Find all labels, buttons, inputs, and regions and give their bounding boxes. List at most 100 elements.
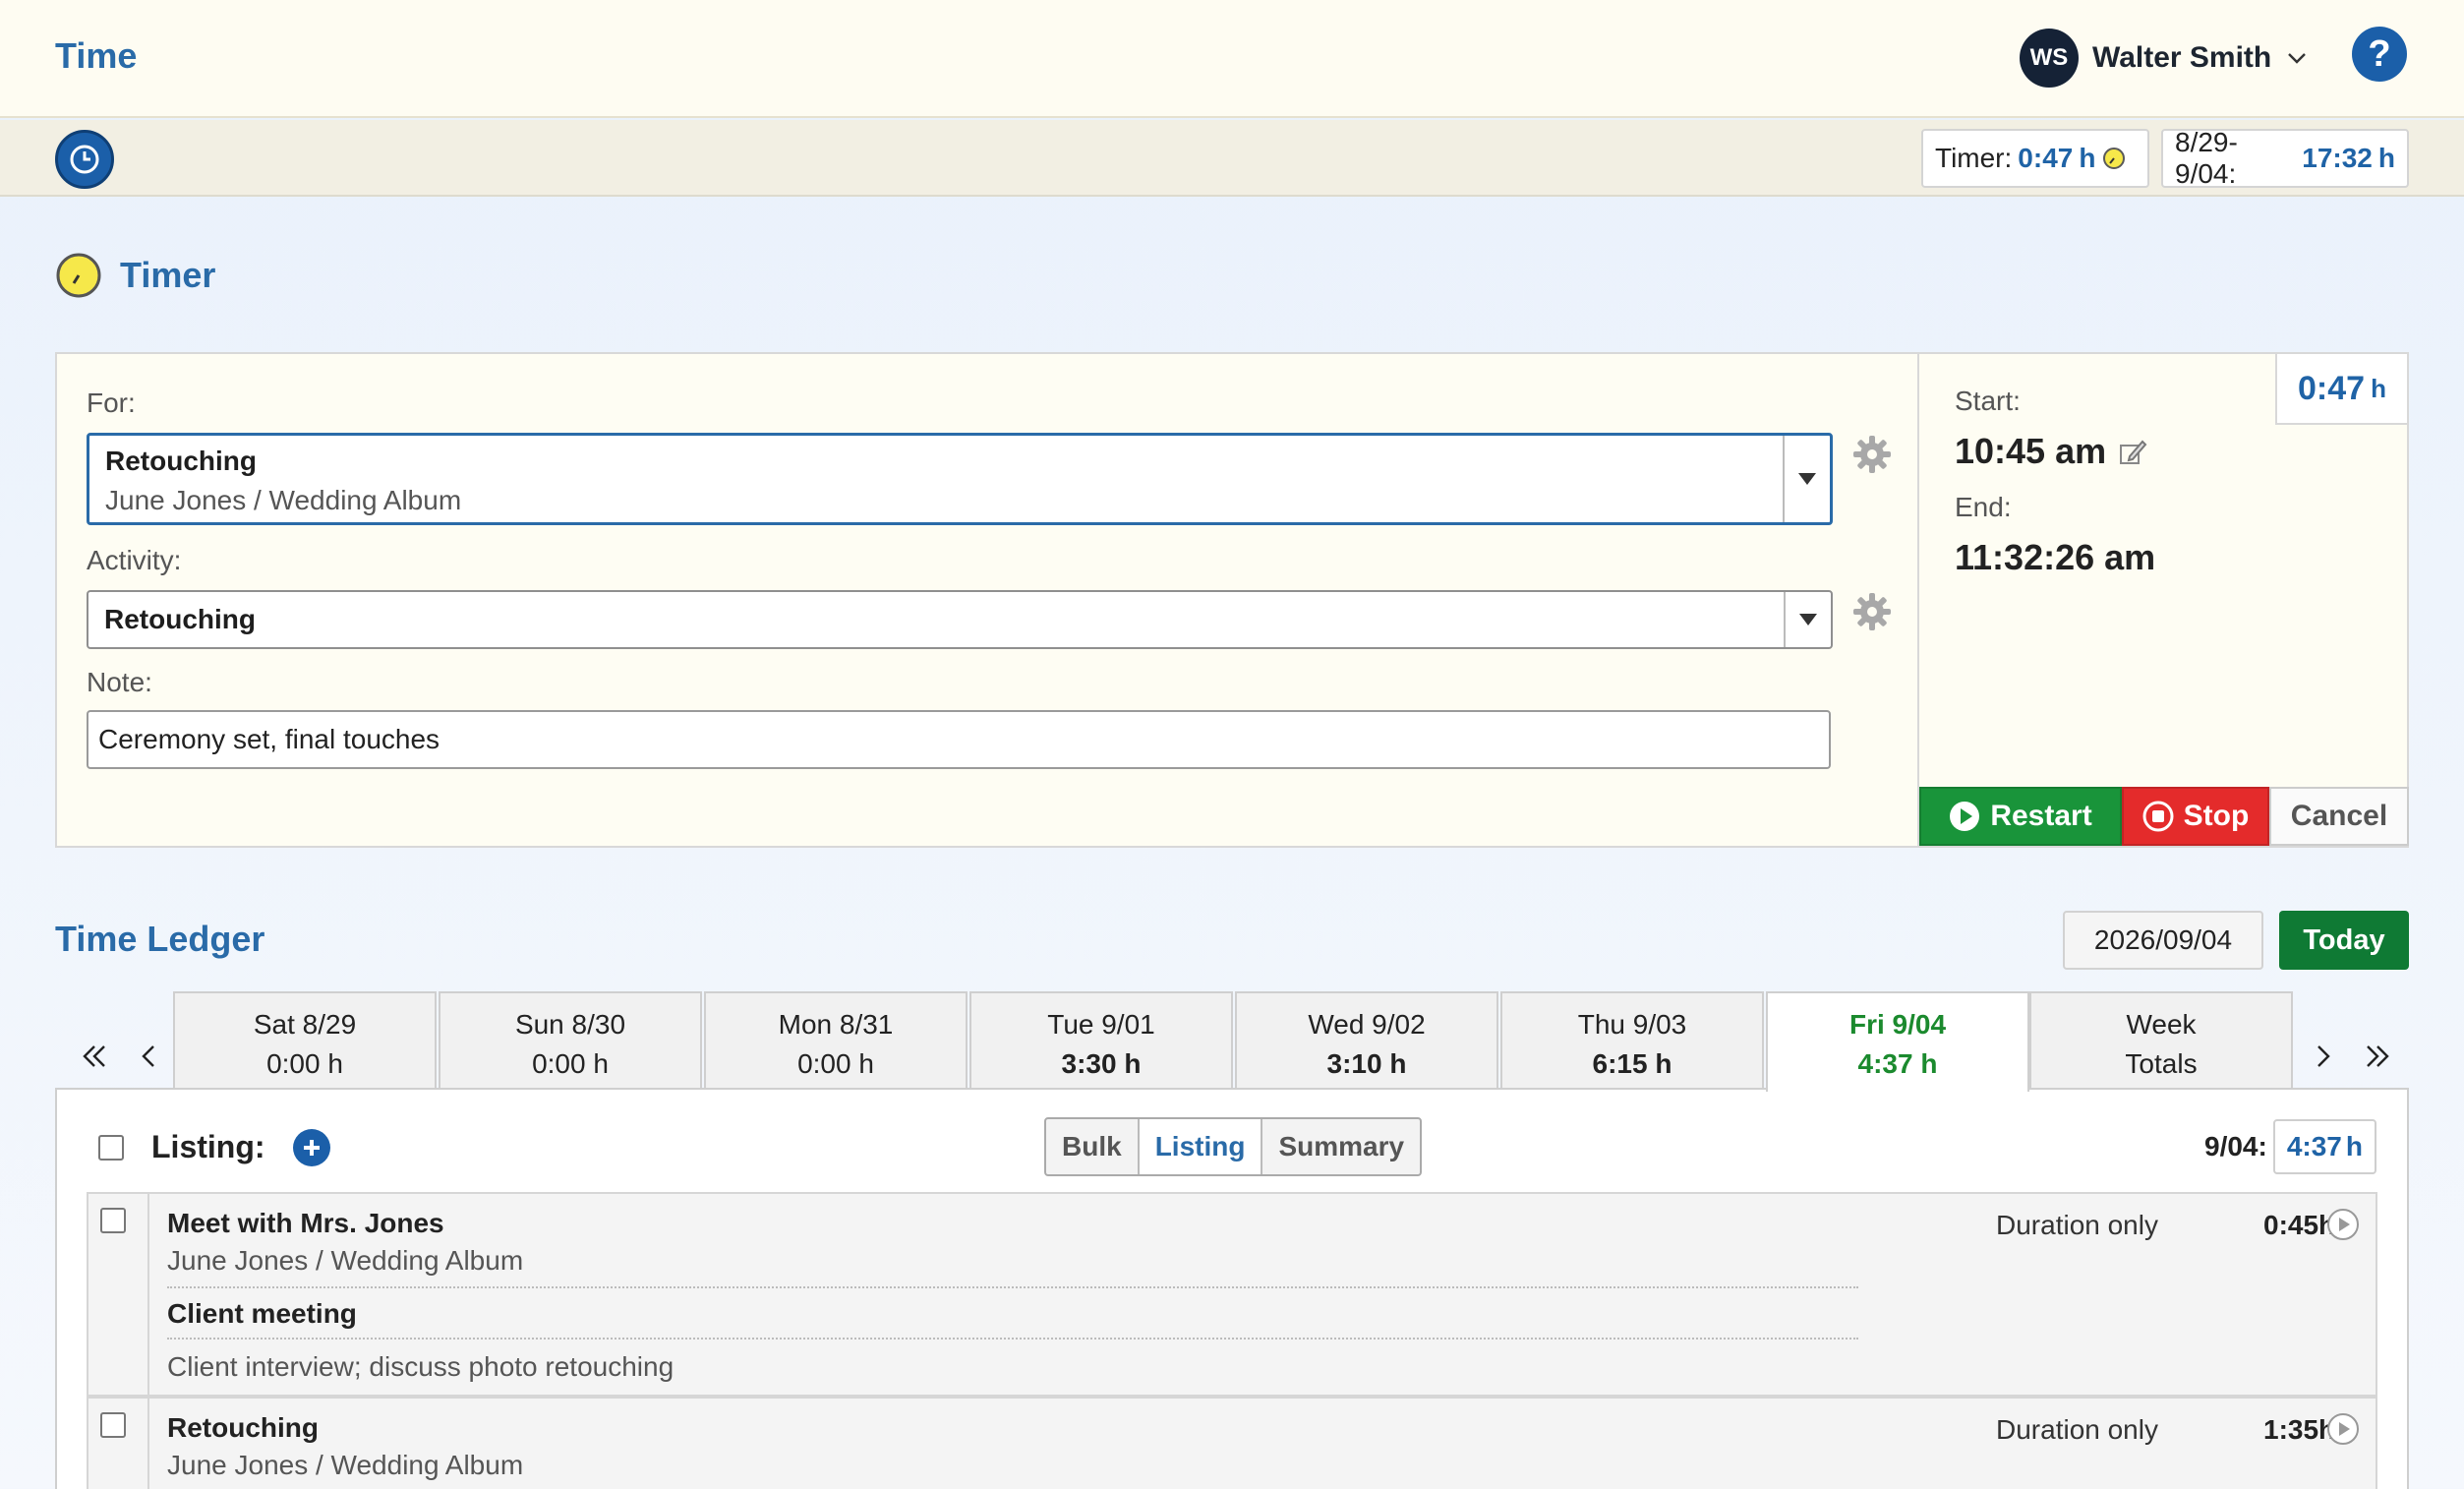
running-timer-indicator[interactable]: Timer: 0:47 h bbox=[1921, 129, 2149, 188]
day-total-value: 4:37 bbox=[2286, 1131, 2342, 1161]
week-pill-unit: h bbox=[2377, 143, 2395, 173]
view-switcher: Bulk Listing Summary bbox=[1044, 1117, 1423, 1176]
chevron-right-icon[interactable] bbox=[2303, 1037, 2342, 1076]
gear-icon[interactable] bbox=[1850, 590, 1894, 633]
toolbar: Timer: 0:47 h 8/29-9/04: 17:32 h bbox=[0, 120, 2464, 197]
day-label: Mon 8/31 bbox=[778, 1009, 894, 1040]
entry-mode: Duration only bbox=[1996, 1414, 2158, 1445]
ledger-title: Time Ledger bbox=[55, 919, 265, 959]
chevron-left-icon[interactable] bbox=[130, 1037, 169, 1076]
timer-pill-unit: h bbox=[2079, 143, 2096, 173]
entry-note: Client interview; discuss photo retouchi… bbox=[167, 1351, 675, 1382]
day-tab[interactable]: Tue 9/01 3:30 h bbox=[969, 991, 1233, 1088]
entry-divider bbox=[167, 1338, 1858, 1340]
activity-select[interactable]: Retouching bbox=[87, 590, 1833, 649]
cancel-button[interactable]: Cancel bbox=[2269, 787, 2409, 846]
entry-client: June Jones / Wedding Album bbox=[167, 1450, 524, 1480]
day-label: Sun 8/30 bbox=[514, 1009, 626, 1040]
add-entry-button[interactable] bbox=[293, 1129, 330, 1166]
day-tab[interactable]: Sun 8/30 0:00 h bbox=[439, 991, 702, 1088]
entry-duration: 0:45h bbox=[2263, 1210, 2336, 1240]
day-tab[interactable]: Thu 9/03 6:15 h bbox=[1500, 991, 1764, 1088]
plus-icon bbox=[304, 1140, 320, 1156]
list-item[interactable]: Retouching June Jones / Wedding Album Du… bbox=[87, 1397, 2377, 1489]
week-totals-tab[interactable]: Week Totals bbox=[2029, 991, 2293, 1088]
week-pill-value: 17:32 bbox=[2302, 143, 2373, 173]
day-label: Thu 9/03 bbox=[1577, 1009, 1687, 1040]
day-label: Week bbox=[2126, 1009, 2197, 1040]
elapsed-value: 0:47 bbox=[2298, 369, 2366, 407]
day-tab[interactable]: Mon 8/31 0:00 h bbox=[704, 991, 968, 1088]
restart-button[interactable]: Restart bbox=[1919, 787, 2122, 846]
entry-checkbox[interactable] bbox=[100, 1208, 126, 1233]
day-label: Tue 9/01 bbox=[1047, 1009, 1155, 1040]
entry-title: Meet with Mrs. Jones bbox=[167, 1208, 444, 1238]
entry-checkbox[interactable] bbox=[100, 1412, 126, 1438]
entry-mode: Duration only bbox=[1996, 1210, 2158, 1240]
start-time[interactable]: 10:45 am bbox=[1955, 431, 2147, 472]
view-summary[interactable]: Summary bbox=[1262, 1119, 1420, 1174]
entry-body: Retouching June Jones / Wedding Album bbox=[147, 1399, 2313, 1489]
entry-title: Retouching bbox=[167, 1412, 319, 1443]
double-chevron-left-icon[interactable] bbox=[75, 1037, 114, 1076]
timer-section-header: Timer bbox=[55, 252, 215, 299]
ledger-date-input[interactable]: 2026/09/04 bbox=[2063, 911, 2263, 970]
select-all-checkbox[interactable] bbox=[98, 1135, 124, 1161]
day-tab[interactable]: Wed 9/02 3:10 h bbox=[1235, 991, 1498, 1088]
day-total: Totals bbox=[2125, 1048, 2198, 1079]
stop-icon bbox=[2142, 801, 2174, 832]
day-total: 3:10 h bbox=[1326, 1048, 1407, 1079]
activity-label: Activity: bbox=[87, 545, 182, 575]
day-total-summary: 9/04: 4:37 h bbox=[2204, 1117, 2376, 1176]
timer-actions: Restart Stop Cancel bbox=[1919, 787, 2409, 846]
dropdown-arrow-icon[interactable] bbox=[1784, 592, 1831, 647]
double-chevron-right-icon[interactable] bbox=[2358, 1037, 2397, 1076]
stopwatch-icon bbox=[2103, 148, 2126, 169]
timer-title: Timer bbox=[120, 255, 216, 295]
day-label: Sat 8/29 bbox=[253, 1009, 357, 1040]
day-total: 0:00 h bbox=[532, 1048, 609, 1079]
start-value: 10:45 am bbox=[1955, 431, 2107, 471]
restart-label: Restart bbox=[1990, 800, 2092, 832]
stop-label: Stop bbox=[2183, 800, 2250, 832]
day-label: Fri 9/04 bbox=[1848, 1009, 1947, 1040]
chevron-down-icon bbox=[2288, 53, 2307, 64]
day-total: 0:00 h bbox=[797, 1048, 874, 1079]
stopwatch-icon bbox=[56, 253, 101, 298]
clock-icon[interactable] bbox=[55, 130, 114, 189]
timer-panel: For: Retouching June Jones / Wedding Alb… bbox=[55, 352, 2409, 848]
edit-icon[interactable] bbox=[2118, 437, 2147, 466]
entry-client: June Jones / Wedding Album bbox=[167, 1245, 524, 1276]
entry-activity: Client meeting bbox=[167, 1298, 357, 1329]
day-total-label: 9/04: bbox=[2204, 1131, 2267, 1161]
timer-pill-label: Timer: bbox=[1935, 143, 2013, 173]
list-item[interactable]: Meet with Mrs. Jones June Jones / Weddin… bbox=[87, 1192, 2377, 1397]
play-icon[interactable] bbox=[2326, 1208, 2360, 1241]
for-select[interactable]: Retouching June Jones / Wedding Album bbox=[87, 433, 1833, 525]
play-icon[interactable] bbox=[2326, 1412, 2360, 1446]
user-menu[interactable]: WS Walter Smith bbox=[2020, 28, 2309, 89]
day-total: 3:30 h bbox=[1061, 1048, 1142, 1079]
today-button[interactable]: Today bbox=[2279, 911, 2409, 970]
view-bulk[interactable]: Bulk bbox=[1046, 1119, 1140, 1174]
day-tab-active[interactable]: Fri 9/04 4:37 h bbox=[1766, 991, 2029, 1092]
activity-value: Retouching bbox=[104, 604, 256, 634]
gear-icon[interactable] bbox=[1850, 433, 1894, 476]
entry-divider bbox=[167, 1286, 1858, 1288]
stop-button[interactable]: Stop bbox=[2122, 787, 2269, 846]
dropdown-arrow-icon[interactable] bbox=[1783, 436, 1830, 522]
help-button[interactable]: ? bbox=[2352, 27, 2407, 82]
week-pill-label: 8/29-9/04: bbox=[2175, 127, 2238, 189]
day-total: 4:37 h bbox=[1857, 1048, 1938, 1079]
for-subvalue: June Jones / Wedding Album bbox=[105, 485, 462, 515]
view-listing[interactable]: Listing bbox=[1139, 1119, 1263, 1174]
listing-panel: Listing: Bulk Listing Summary 9/04: 4:37… bbox=[55, 1088, 2409, 1489]
day-tab[interactable]: Sat 8/29 0:00 h bbox=[173, 991, 437, 1088]
app-title: Time bbox=[55, 35, 138, 76]
day-total: 6:15 h bbox=[1592, 1048, 1672, 1079]
end-time: 11:32:26 am bbox=[1955, 537, 2156, 577]
end-label: End: bbox=[1955, 492, 2012, 522]
week-total-indicator[interactable]: 8/29-9/04: 17:32 h bbox=[2161, 127, 2409, 189]
avatar: WS bbox=[2020, 29, 2079, 88]
note-input[interactable] bbox=[87, 710, 1831, 769]
